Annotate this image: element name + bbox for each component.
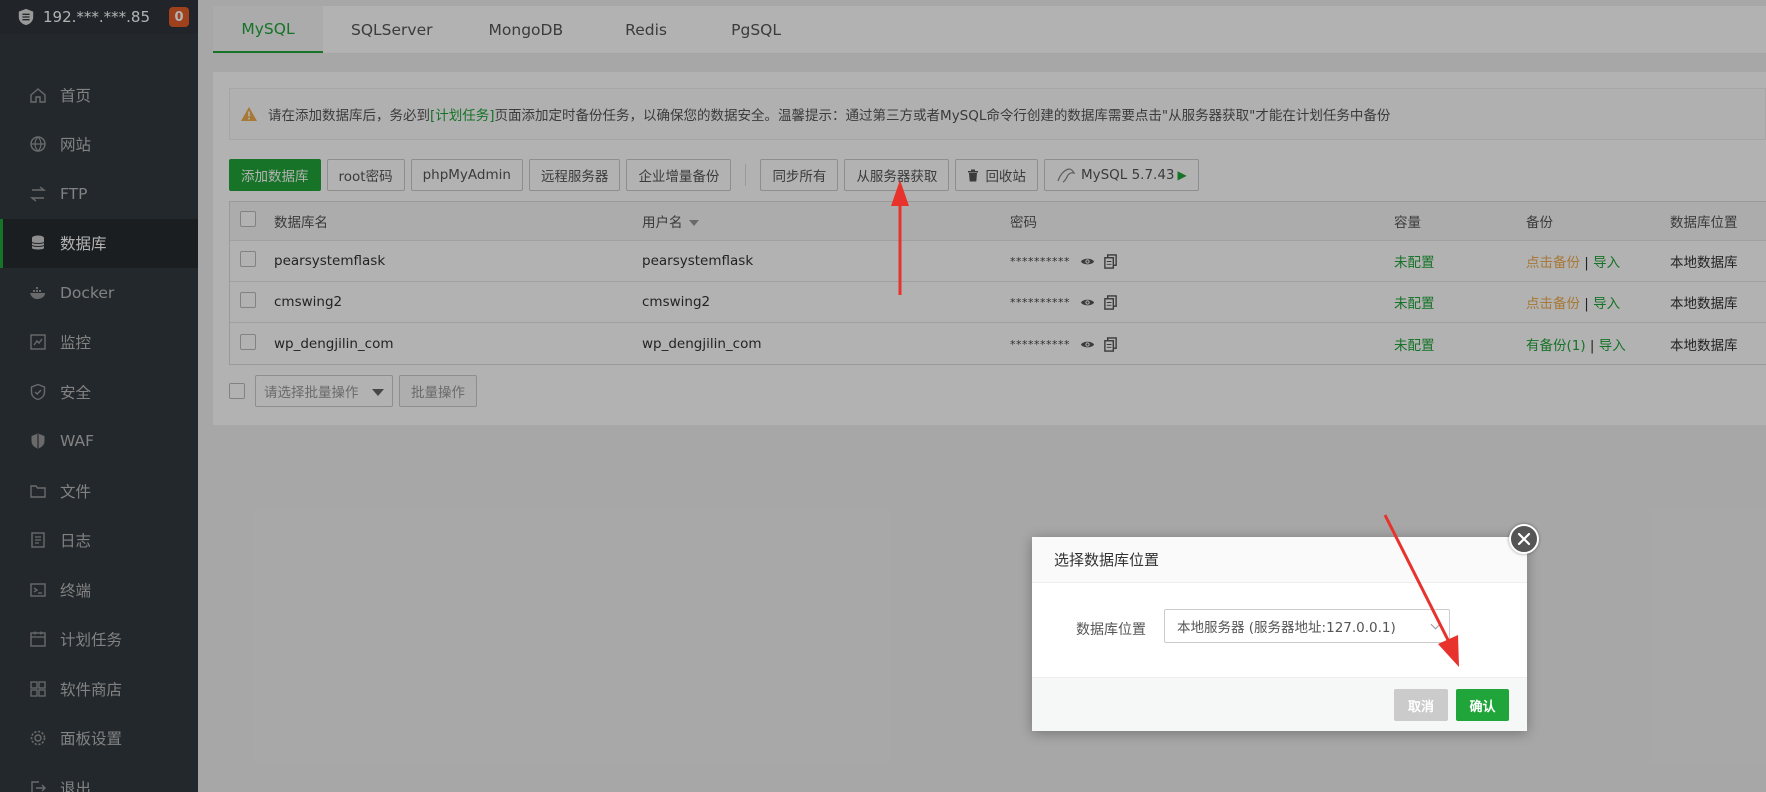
- db-location-value: 本地服务器 (服务器地址:127.0.0.1): [1177, 620, 1396, 636]
- cancel-button[interactable]: 取消: [1394, 689, 1448, 721]
- close-icon: [1517, 532, 1531, 546]
- dialog-body: 数据库位置 本地服务器 (服务器地址:127.0.0.1): [1032, 583, 1527, 677]
- db-location-select[interactable]: 本地服务器 (服务器地址:127.0.0.1): [1164, 609, 1450, 643]
- overlay-shade-sidebar: [0, 0, 198, 792]
- chevron-down-icon: [1430, 619, 1441, 630]
- db-location-label: 数据库位置: [1076, 622, 1146, 638]
- dialog-title: 选择数据库位置: [1032, 537, 1527, 583]
- dialog-footer: 取消 确认: [1032, 677, 1527, 731]
- select-db-location-dialog: 选择数据库位置 数据库位置 本地服务器 (服务器地址:127.0.0.1) 取消…: [1032, 524, 1539, 731]
- close-dialog-button[interactable]: [1509, 524, 1539, 554]
- confirm-button[interactable]: 确认: [1456, 689, 1509, 721]
- overlay-shade: [198, 0, 1766, 792]
